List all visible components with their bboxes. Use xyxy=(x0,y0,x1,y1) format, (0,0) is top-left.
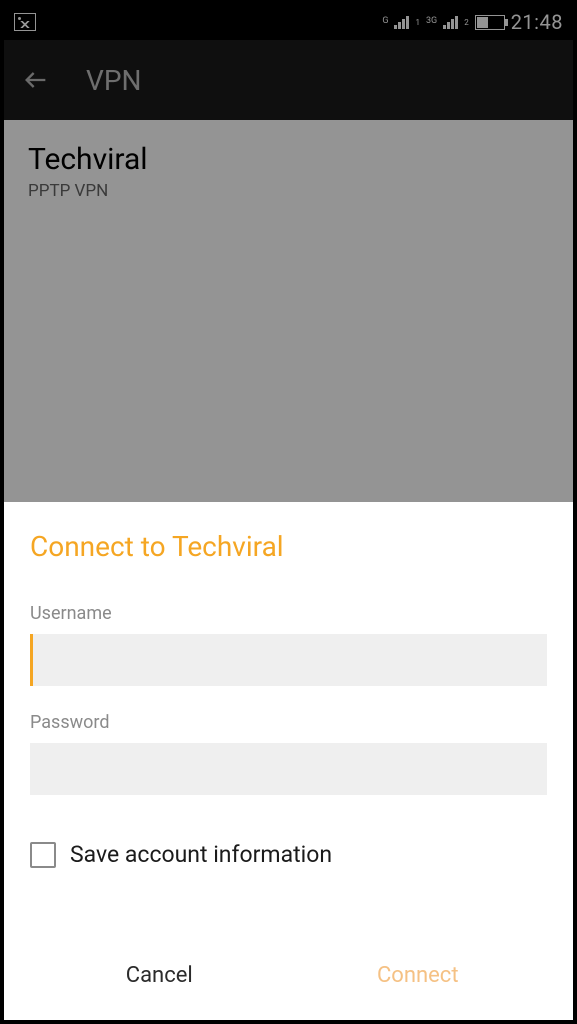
signal-icon-2 xyxy=(443,15,458,29)
vpn-list-item[interactable]: Techviral PPTP VPN xyxy=(28,142,549,201)
dialog-title: Connect to Techviral xyxy=(30,530,547,563)
battery-icon xyxy=(475,15,505,30)
status-clock: 21:48 xyxy=(511,10,563,34)
save-checkbox-label: Save account information xyxy=(70,841,332,868)
sim-slot-1: 1 xyxy=(415,18,420,27)
cancel-button[interactable]: Cancel xyxy=(30,930,289,1020)
password-label: Password xyxy=(30,712,547,733)
vpn-list: Techviral PPTP VPN xyxy=(4,120,573,223)
network-type-1: G xyxy=(382,17,388,26)
connect-button-label: Connect xyxy=(377,963,459,988)
cancel-button-label: Cancel xyxy=(126,963,193,988)
signal-icon-1 xyxy=(394,15,409,29)
page-title: VPN xyxy=(86,64,141,97)
back-arrow-icon[interactable] xyxy=(22,66,50,94)
dialog-button-row: Cancel Connect xyxy=(30,930,547,1020)
password-input[interactable] xyxy=(30,743,547,795)
username-input[interactable] xyxy=(30,634,547,686)
vpn-type: PPTP VPN xyxy=(28,181,549,201)
sim-slot-2: 2 xyxy=(464,18,469,27)
app-bar: VPN xyxy=(4,40,573,120)
username-label: Username xyxy=(30,603,547,624)
network-type-2: 3G xyxy=(426,17,437,26)
connect-button[interactable]: Connect xyxy=(289,930,548,1020)
status-bar: G 1 3G 2 21:48 xyxy=(4,4,573,40)
save-account-row[interactable]: Save account information xyxy=(30,841,547,868)
connect-dialog: Connect to Techviral Username Password S… xyxy=(4,502,573,1020)
picture-icon xyxy=(14,13,36,31)
save-checkbox[interactable] xyxy=(30,842,56,868)
vpn-name: Techviral xyxy=(28,142,549,177)
